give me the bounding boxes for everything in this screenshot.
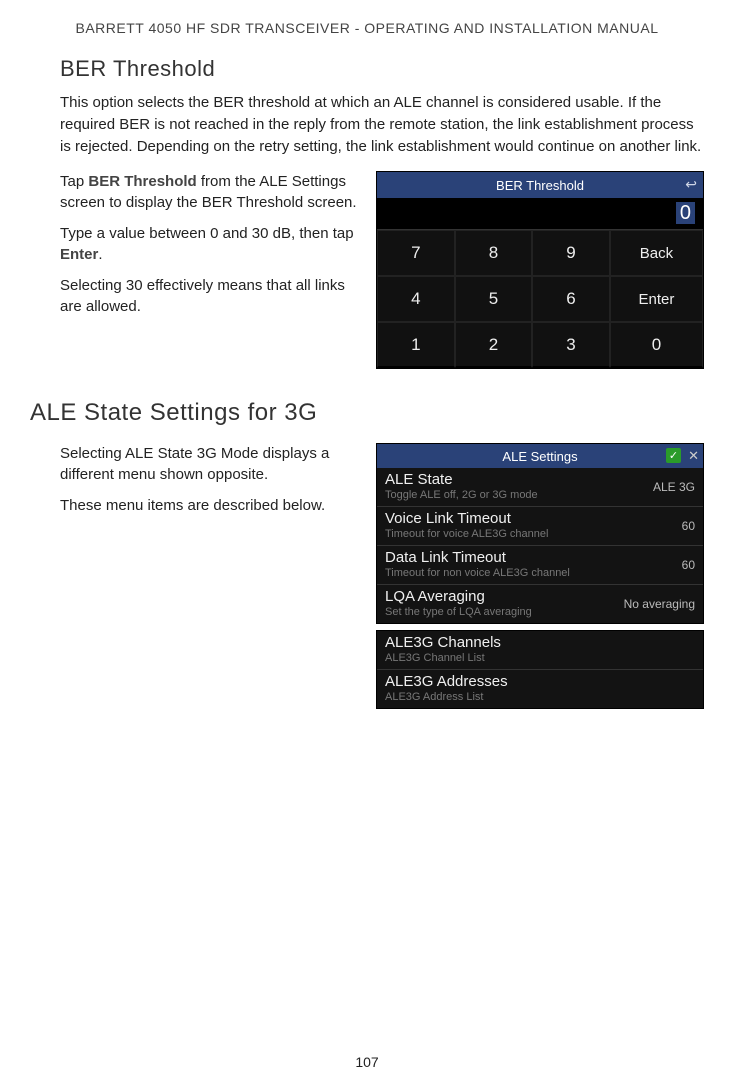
section-ale-title: ALE State Settings for 3G [30,399,704,427]
ale-settings-row[interactable]: ALE3G AddressesALE3G Address List [377,670,703,708]
ui-label-enter: Enter [60,246,98,263]
keypad-5[interactable]: 5 [455,276,533,322]
ale-settings-row[interactable]: Data Link TimeoutTimeout for non voice A… [377,546,703,585]
ale-row-label: Voice Link Timeout [385,510,695,527]
ale-row-value: ALE 3G [653,480,695,494]
close-x-icon[interactable]: ✕ [688,448,699,464]
page-number: 107 [355,1054,378,1070]
keypad-enter[interactable]: Enter [610,276,703,322]
keypad-grid: 7 8 9 Back 4 5 6 Enter 1 2 3 0 [377,230,703,368]
ale-settings-row[interactable]: ALE3G ChannelsALE3G Channel List [377,631,703,670]
section-ber-intro: This option selects the BER threshold at… [60,92,704,157]
ale-row-label: Data Link Timeout [385,549,695,566]
text-fragment: . [98,246,102,263]
doc-header: BARRETT 4050 HF SDR TRANSCEIVER - OPERAT… [30,20,704,36]
keypad-3[interactable]: 3 [532,322,610,368]
keypad-9[interactable]: 9 [532,230,610,276]
keypad-7[interactable]: 7 [377,230,455,276]
ale-desc-1: Selecting ALE State 3G Mode displays a d… [60,443,366,485]
ale-settings-title: ALE Settings [502,449,577,464]
keypad-title-text: BER Threshold [496,178,584,193]
keypad-screen: BER Threshold ↩ 0 7 8 9 Back 4 5 6 Enter… [376,171,704,369]
ale-settings-row[interactable]: LQA AveragingSet the type of LQA averagi… [377,585,703,623]
ale-settings-row[interactable]: Voice Link TimeoutTimeout for voice ALE3… [377,507,703,546]
ale-row-sub: Toggle ALE off, 2G or 3G mode [385,489,695,501]
ale-settings-screen-2: ALE3G ChannelsALE3G Channel ListALE3G Ad… [376,630,704,709]
keypad-back[interactable]: Back [610,230,703,276]
ui-label-ber-threshold: BER Threshold [88,173,196,190]
ale-row-sub: ALE3G Address List [385,691,695,703]
keypad-0[interactable]: 0 [610,322,703,368]
keypad-2[interactable]: 2 [455,322,533,368]
ale-settings-row[interactable]: ALE StateToggle ALE off, 2G or 3G modeAL… [377,468,703,507]
ber-instruction-2: Type a value between 0 and 30 dB, then t… [60,223,366,265]
keypad-display-value: 0 [676,202,695,224]
ok-check-icon[interactable]: ✓ [666,448,681,463]
keypad-8[interactable]: 8 [455,230,533,276]
ber-instruction-3: Selecting 30 effectively means that all … [60,275,366,317]
ale-row-value: 60 [682,519,695,533]
ale-row-value: No averaging [624,597,695,611]
keypad-6[interactable]: 6 [532,276,610,322]
ale-desc-2: These menu items are described below. [60,495,366,516]
ale-row-value: 60 [682,558,695,572]
text-fragment: Type a value between 0 and 30 dB, then t… [60,225,354,242]
keypad-1[interactable]: 1 [377,322,455,368]
ale-settings-screen-1: ALE Settings ✓ ✕ ALE StateToggle ALE off… [376,443,704,624]
ale-row-label: ALE3G Channels [385,634,695,651]
ale-row-label: ALE3G Addresses [385,673,695,690]
ale-row-sub: ALE3G Channel List [385,652,695,664]
ber-instruction-1: Tap BER Threshold from the ALE Settings … [60,171,366,213]
ale-row-sub: Timeout for voice ALE3G channel [385,528,695,540]
keypad-4[interactable]: 4 [377,276,455,322]
ale-settings-titlebar: ALE Settings ✓ ✕ [377,444,703,468]
ale-row-sub: Timeout for non voice ALE3G channel [385,567,695,579]
section-ber-title: BER Threshold [60,56,704,82]
keypad-title-bar: BER Threshold ↩ [377,172,703,198]
back-arrow-icon[interactable]: ↩ [685,176,697,193]
text-fragment: Tap [60,173,88,190]
keypad-display: 0 [377,198,703,230]
ale-row-label: ALE State [385,471,695,488]
